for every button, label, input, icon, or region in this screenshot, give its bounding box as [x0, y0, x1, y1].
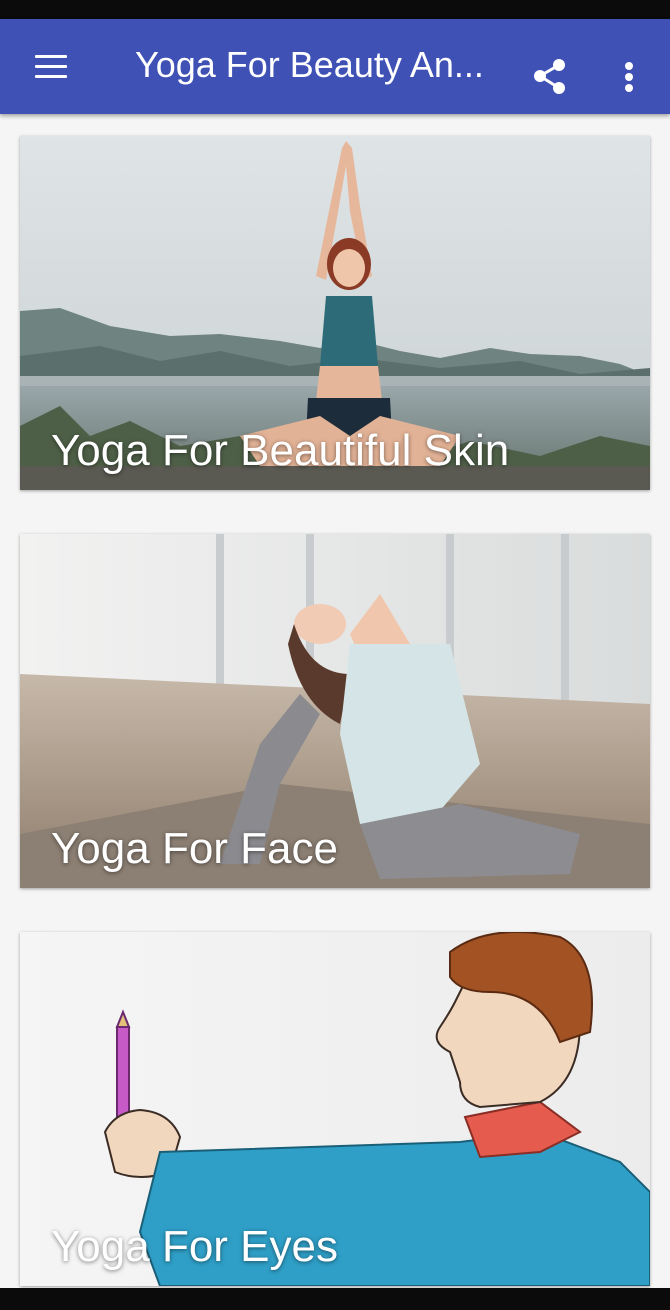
card-yoga-eyes[interactable]: Yoga For Eyes — [20, 932, 650, 1286]
share-icon[interactable] — [530, 59, 570, 103]
card-title: Yoga For Face — [51, 824, 338, 873]
nav-bar — [0, 1288, 670, 1310]
app-title: Yoga For Beauty An... — [135, 44, 484, 85]
app-bar: Yoga For Beauty An... — [0, 19, 670, 114]
card-list: Yoga For Beautiful Skin Yoga For Face Yo… — [0, 114, 670, 1288]
more-vert-icon[interactable] — [612, 59, 646, 103]
card-title: Yoga For Beautiful Skin — [51, 426, 510, 475]
status-bar — [0, 0, 670, 19]
menu-icon[interactable] — [32, 53, 70, 81]
card-yoga-face[interactable]: Yoga For Face — [20, 534, 650, 888]
card-title: Yoga For Eyes — [51, 1222, 338, 1271]
card-yoga-beautiful-skin[interactable]: Yoga For Beautiful Skin — [20, 136, 650, 490]
